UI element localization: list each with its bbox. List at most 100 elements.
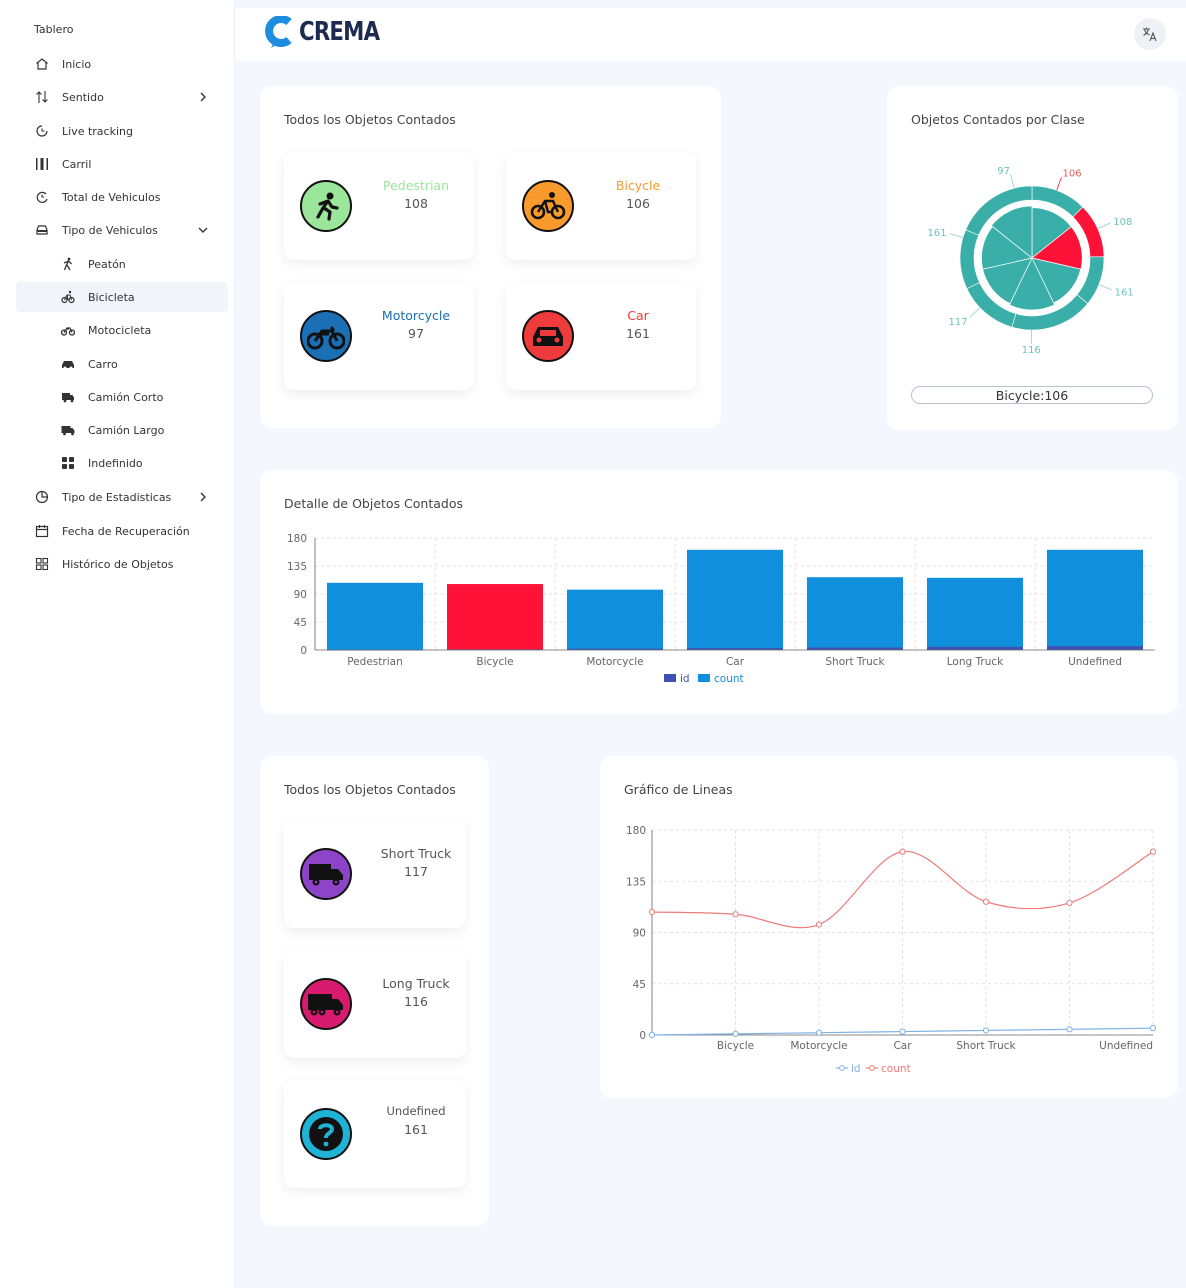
brand-logo[interactable]: CREMA (265, 16, 397, 48)
brand-name: CREMA (299, 17, 380, 47)
tile-label: Bicycle (615, 178, 661, 193)
sidebar-item-label: Fecha de Recuperación (62, 524, 190, 538)
pie-slice-label: 161 (1115, 288, 1134, 299)
line-chart-card: Gráfico de Lineas 0 45 90 135 180 Bicycle Moto… (600, 756, 1178, 1098)
sidebar: Tablero Inicio Sentido Live tracking Car… (0, 0, 235, 1288)
truck-icon (60, 389, 76, 405)
pie-label-leader (1010, 174, 1015, 189)
sidebar-item-label: Tipo de Vehiculos (62, 223, 158, 237)
sidebar-item-label: Tipo de Estadisticas (62, 490, 172, 504)
sidebar-item-carro[interactable]: Carro (16, 349, 228, 379)
pie-slice-label: 97 (997, 166, 1010, 177)
objects-detail-card: Detalle de Objetos Contados 0 45 90 135 180 P… (260, 470, 1178, 714)
tile-count: 116 (404, 994, 428, 1009)
sidebar-item-sentido[interactable]: Sentido (16, 82, 228, 112)
sidebar-item-label: Camión Largo (88, 423, 165, 437)
sidebar-item-live-tracking[interactable]: Live tracking (16, 116, 228, 146)
tile-label: Motorcycle (381, 308, 451, 323)
pie-slice-label: 117 (949, 317, 968, 328)
sidebar-item-total-vehiculos[interactable]: Total de Vehiculos (16, 182, 228, 212)
chevron-down-icon (198, 227, 208, 233)
sidebar-item-tipo-vehiculos[interactable]: Tipo de Vehiculos (16, 215, 228, 245)
sidebar-item-inicio[interactable]: Inicio (16, 49, 228, 79)
line-point-count (982, 898, 990, 905)
sidebar-item-indefinido[interactable]: Indefinido (16, 448, 228, 478)
bar-id (927, 646, 1023, 650)
sidebar-item-bicicleta[interactable]: Bicicleta (16, 282, 228, 312)
sidebar-item-camion-largo[interactable]: Camión Largo (16, 415, 228, 445)
bicycle-tile[interactable]: Bicycle 106 (506, 152, 696, 260)
undefined-tile[interactable]: Undefined 161 (284, 1080, 466, 1188)
chevron-right-icon (200, 92, 206, 102)
pie-label-leader (969, 307, 981, 318)
sidebar-item-carril[interactable]: Carril (16, 149, 228, 179)
lane-icon (34, 156, 50, 172)
card-title: Detalle de Objetos Contados (284, 496, 464, 511)
pie-slice-label: 108 (1113, 217, 1132, 228)
bar-count (687, 549, 783, 650)
class-pie-chart[interactable]: 97 106 108 161 116 117 161 (887, 136, 1178, 396)
walk-icon (60, 256, 76, 272)
tile-count: 108 (404, 196, 428, 211)
sidebar-item-peaton[interactable]: Peatón (16, 249, 228, 279)
line-point-id (899, 1028, 906, 1035)
selected-class-field[interactable]: Bicycle:106 (911, 386, 1153, 404)
home-icon (34, 56, 50, 72)
legend-marker-id (839, 1065, 845, 1071)
car-tile[interactable]: Car 161 (506, 282, 696, 390)
sidebar-item-label: Sentido (62, 90, 104, 104)
sidebar-item-label: Bicicleta (88, 290, 135, 304)
pie-label-leader (1098, 284, 1113, 291)
bar-count (1047, 549, 1143, 650)
legend-label-id: id (680, 673, 690, 685)
tile-count: 117 (404, 864, 428, 879)
objects-counted-card-2: Todos los Objetos Contados Short Truck 1… (260, 756, 489, 1226)
tile-count: 161 (626, 326, 650, 341)
sidebar-item-label: Indefinido (88, 456, 143, 470)
truck-icon (300, 978, 352, 1030)
question-icon (300, 1108, 352, 1160)
sidebar-item-label: Histórico de Objetos (62, 557, 174, 571)
pedestrian-tile[interactable]: Pedestrian 108 (284, 152, 474, 260)
calendar-icon (34, 523, 50, 539)
bar-y-tick-label: 180 (287, 533, 307, 545)
grid-icon (60, 455, 76, 471)
motorcycle-tile[interactable]: Motorcycle 97 (284, 282, 474, 390)
truck-icon (60, 422, 76, 438)
line-x-tick-label: Undefined (1099, 1040, 1153, 1052)
sidebar-item-tipo-estadisticas[interactable]: Tipo de Estadisticas (16, 482, 228, 512)
sidebar-item-fecha-recuperacion[interactable]: Fecha de Recuperación (16, 516, 228, 546)
objects-counted-card: Todos los Objetos Contados Pedestrian 10… (260, 86, 721, 428)
bar-x-tick-label: Car (726, 656, 745, 668)
translate-button[interactable] (1134, 18, 1166, 50)
bar-count (447, 584, 543, 650)
sidebar-title: Tablero (34, 23, 74, 36)
line-point-id (1066, 1026, 1073, 1033)
line-point-id (982, 1027, 990, 1034)
bar-y-tick-label: 135 (287, 561, 307, 573)
car-icon (60, 356, 76, 372)
line-point-count (1066, 899, 1073, 906)
car-icon (522, 310, 574, 362)
bicycle-icon (522, 180, 574, 232)
objects-line-chart[interactable]: 0 45 90 135 180 Bicycle Motorcycle Car Short Tru… (600, 798, 1178, 1098)
pie-label-leader (949, 233, 964, 238)
sidebar-item-motocicleta[interactable]: Motocicleta (16, 315, 228, 345)
long-truck-tile[interactable]: Long Truck 116 (284, 950, 466, 1058)
bar-x-tick-label: Motorcycle (586, 656, 643, 668)
tile-count: 106 (626, 196, 650, 211)
history-icon (34, 189, 50, 205)
legend-label-count: count (881, 1063, 911, 1075)
legend-marker-count (869, 1065, 875, 1071)
sidebar-item-historico-objetos[interactable]: Histórico de Objetos (16, 549, 228, 579)
sidebar-item-label: Inicio (62, 57, 92, 71)
line-point-count (899, 848, 906, 855)
card-title: Todos los Objetos Contados (284, 782, 456, 797)
sidebar-item-camion-corto[interactable]: Camión Corto (16, 382, 228, 412)
bar-y-tick-label: 90 (294, 589, 307, 601)
sidebar-item-label: Camión Corto (88, 390, 164, 404)
line-point-id (648, 1031, 656, 1039)
objects-bar-chart[interactable]: 0 45 90 135 180 Pedestrian Bicycle Motorcycle Ca… (260, 514, 1178, 714)
short-truck-tile[interactable]: Short Truck 117 (284, 820, 466, 928)
bar-count (807, 577, 903, 650)
